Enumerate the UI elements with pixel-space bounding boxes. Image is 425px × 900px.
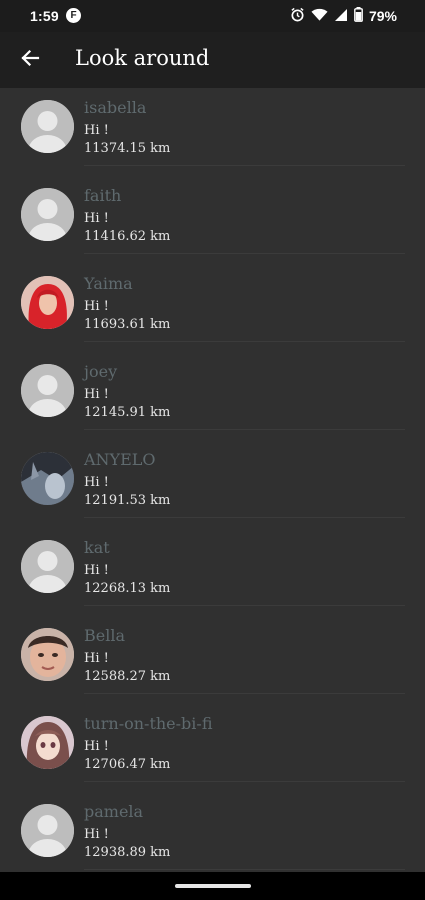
avatar (21, 188, 74, 241)
divider (84, 693, 405, 694)
status-bar: 1:59 F 79% (0, 0, 425, 32)
list-item[interactable]: faith Hi ! 11416.62 km (0, 176, 425, 264)
signal-icon (334, 8, 348, 25)
list-item[interactable]: Yaima Hi ! 11693.61 km (0, 264, 425, 352)
back-button[interactable] (14, 44, 46, 76)
user-distance: 11374.15 km (84, 141, 171, 156)
user-distance: 12268.13 km (84, 581, 171, 596)
user-message: Hi ! (84, 299, 109, 314)
user-message: Hi ! (84, 563, 109, 578)
avatar (21, 276, 74, 329)
user-name: pamela (84, 802, 144, 821)
default-avatar-icon (21, 100, 74, 153)
app-notification-icon: F (66, 8, 81, 23)
app-bar: Look around (0, 32, 425, 88)
list-item[interactable]: turn-on-the-bi-fi Hi ! 12706.47 km (0, 704, 425, 792)
page-title: Look around (75, 46, 210, 70)
list-item[interactable]: joey Hi ! 12145.91 km (0, 352, 425, 440)
avatar (21, 452, 74, 505)
user-message: Hi ! (84, 387, 109, 402)
avatar (21, 540, 74, 593)
list-item[interactable]: isabella Hi ! 11374.15 km (0, 88, 425, 176)
arrow-left-icon (20, 48, 40, 72)
user-name: ANYELO (84, 450, 156, 469)
alarm-icon (290, 7, 305, 25)
user-message: Hi ! (84, 651, 109, 666)
default-avatar-icon (21, 804, 74, 857)
wifi-icon (311, 8, 328, 25)
user-distance: 12191.53 km (84, 493, 171, 508)
user-distance: 12706.47 km (84, 757, 171, 772)
screen: 1:59 F 79% Look around isabella Hi ! 113… (0, 0, 425, 900)
photo-avatar-icon (21, 628, 74, 681)
divider (84, 341, 405, 342)
user-message: Hi ! (84, 739, 109, 754)
user-distance: 12938.89 km (84, 845, 171, 860)
user-name: joey (84, 362, 118, 381)
user-name: kat (84, 538, 110, 557)
photo-avatar-icon (21, 452, 74, 505)
divider (84, 429, 405, 430)
status-time: 1:59 (30, 8, 59, 24)
user-message: Hi ! (84, 211, 109, 226)
divider (84, 517, 405, 518)
user-distance: 12588.27 km (84, 669, 171, 684)
default-avatar-icon (21, 540, 74, 593)
photo-avatar-icon (21, 716, 74, 769)
divider (84, 869, 405, 870)
divider (84, 165, 405, 166)
system-nav-bar (0, 872, 425, 900)
user-list: isabella Hi ! 11374.15 km faith Hi ! 114… (0, 88, 425, 880)
user-message: Hi ! (84, 827, 109, 842)
user-name: Yaima (84, 274, 133, 293)
user-name: turn-on-the-bi-fi (84, 714, 213, 733)
user-message: Hi ! (84, 123, 109, 138)
list-item[interactable]: pamela Hi ! 12938.89 km (0, 792, 425, 880)
avatar (21, 100, 74, 153)
user-distance: 11693.61 km (84, 317, 171, 332)
battery-icon (354, 7, 363, 25)
divider (84, 781, 405, 782)
divider (84, 605, 405, 606)
user-distance: 12145.91 km (84, 405, 171, 420)
status-icons: 79% (290, 7, 397, 25)
avatar (21, 716, 74, 769)
battery-percentage: 79% (368, 8, 397, 24)
default-avatar-icon (21, 364, 74, 417)
user-name: Bella (84, 626, 125, 645)
home-gesture-handle[interactable] (175, 884, 251, 888)
user-message: Hi ! (84, 475, 109, 490)
user-name: faith (84, 186, 122, 205)
avatar (21, 364, 74, 417)
user-name: isabella (84, 98, 147, 117)
list-item[interactable]: Bella Hi ! 12588.27 km (0, 616, 425, 704)
avatar (21, 628, 74, 681)
user-distance: 11416.62 km (84, 229, 171, 244)
list-item[interactable]: kat Hi ! 12268.13 km (0, 528, 425, 616)
avatar (21, 804, 74, 857)
photo-avatar-icon (21, 276, 74, 329)
divider (84, 253, 405, 254)
list-item[interactable]: ANYELO Hi ! 12191.53 km (0, 440, 425, 528)
default-avatar-icon (21, 188, 74, 241)
